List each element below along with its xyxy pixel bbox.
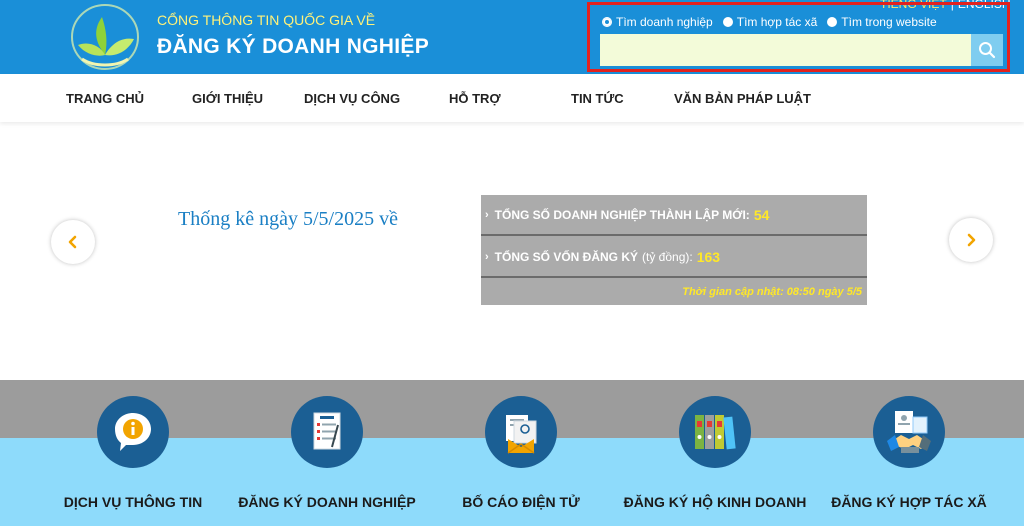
service-icon-circle bbox=[485, 396, 557, 468]
service-label: ĐĂNG KÝ HỘ KINH DOANH bbox=[623, 494, 807, 510]
nav-support[interactable]: HỖ TRỢ bbox=[449, 91, 501, 106]
nav-home[interactable]: TRANG CHỦ bbox=[66, 91, 144, 106]
radio-label: Tìm doanh nghiệp bbox=[616, 15, 713, 29]
carousel-next-button[interactable] bbox=[949, 218, 993, 262]
service-icon-circle bbox=[873, 396, 945, 468]
portal-title[interactable]: ĐĂNG KÝ DOANH NGHIỆP bbox=[157, 35, 429, 59]
stat-label: TỔNG SỐ VỐN ĐĂNG KÝ bbox=[494, 249, 639, 264]
service-label: ĐĂNG KÝ DOANH NGHIỆP bbox=[238, 494, 416, 510]
service-household-business[interactable]: ĐĂNG KÝ HỘ KINH DOANH bbox=[615, 396, 815, 510]
chevron-right-icon: › bbox=[485, 208, 489, 221]
search-icon bbox=[979, 42, 996, 59]
search-scope-options: Tìm doanh nghiệp Tìm hợp tác xã Tìm tron… bbox=[602, 15, 937, 29]
service-electronic-announcement[interactable]: BỐ CÁO ĐIỆN TỬ bbox=[421, 396, 621, 510]
radio-label: Tìm trong website bbox=[841, 15, 937, 29]
handshake-icon bbox=[887, 411, 931, 453]
main-nav: TRANG CHỦ GIỚI THIỆU DỊCH VỤ CÔNG HỖ TRỢ… bbox=[0, 74, 1024, 122]
stat-value: 163 bbox=[696, 248, 721, 265]
service-icon-circle bbox=[291, 396, 363, 468]
service-information[interactable]: DỊCH VỤ THÔNG TIN bbox=[33, 396, 233, 510]
service-icon-circle bbox=[679, 396, 751, 468]
search-button[interactable] bbox=[971, 34, 1003, 66]
radio-find-cooperative[interactable]: Tìm hợp tác xã bbox=[722, 15, 818, 29]
radio-indicator[interactable] bbox=[827, 17, 838, 27]
radio-label: Tìm hợp tác xã bbox=[736, 15, 818, 29]
nav-public-services[interactable]: DỊCH VỤ CÔNG bbox=[304, 91, 400, 106]
portal-subtitle: CỔNG THÔNG TIN QUỐC GIA VỀ bbox=[157, 12, 376, 28]
stat-registered-capital[interactable]: › TỔNG SỐ VỐN ĐĂNG KÝ (tỷ đồng): 163 bbox=[481, 237, 867, 278]
radio-indicator[interactable] bbox=[722, 17, 733, 27]
stat-unit: (tỷ đồng): bbox=[642, 249, 693, 264]
site-header: CỔNG THÔNG TIN QUỐC GIA VỀ ĐĂNG KÝ DOANH… bbox=[0, 0, 1024, 74]
search-input[interactable] bbox=[600, 34, 971, 66]
stat-value: 54 bbox=[753, 206, 770, 223]
chevron-left-icon bbox=[68, 235, 77, 249]
carousel-prev-button[interactable] bbox=[51, 220, 95, 264]
info-icon bbox=[115, 413, 151, 451]
service-icon-circle bbox=[97, 396, 169, 468]
logo[interactable] bbox=[70, 3, 140, 71]
email-icon bbox=[506, 415, 537, 454]
stats-heading: Thống kê ngày 5/5/2025 về bbox=[178, 208, 398, 230]
service-enterprise-registration[interactable]: ĐĂNG KÝ DOANH NGHIỆP bbox=[227, 396, 427, 510]
stats-panel: › TỔNG SỐ DOANH NGHIỆP THÀNH LẬP MỚI: 54… bbox=[481, 195, 867, 305]
update-time: Thời gian cập nhật: 08:50 ngày 5/5 bbox=[682, 286, 862, 298]
search-panel: Tìm doanh nghiệp Tìm hợp tác xã Tìm tron… bbox=[587, 2, 1010, 72]
stat-label: TỔNG SỐ DOANH NGHIỆP THÀNH LẬP MỚI: bbox=[494, 207, 750, 222]
radio-indicator[interactable] bbox=[602, 17, 612, 27]
nav-news[interactable]: TIN TỨC bbox=[571, 91, 624, 106]
nav-about[interactable]: GIỚI THIỆU bbox=[192, 91, 263, 106]
service-label: DỊCH VỤ THÔNG TIN bbox=[63, 494, 203, 510]
radio-find-website[interactable]: Tìm trong website bbox=[827, 15, 937, 29]
document-icon bbox=[313, 412, 341, 450]
chevron-right-icon bbox=[967, 233, 976, 247]
chevron-right-icon: › bbox=[485, 250, 489, 263]
binders-icon bbox=[695, 415, 736, 450]
nav-legal-documents[interactable]: VĂN BẢN PHÁP LUẬT bbox=[674, 91, 811, 106]
service-cooperative-registration[interactable]: ĐĂNG KÝ HỢP TÁC XÃ bbox=[809, 396, 1009, 510]
service-label: ĐĂNG KÝ HỢP TÁC XÃ bbox=[831, 494, 987, 510]
stat-new-enterprises[interactable]: › TỔNG SỐ DOANH NGHIỆP THÀNH LẬP MỚI: 54 bbox=[481, 195, 867, 236]
radio-find-enterprise[interactable]: Tìm doanh nghiệp bbox=[602, 15, 713, 29]
service-label: BỐ CÁO ĐIỆN TỬ bbox=[462, 494, 580, 510]
